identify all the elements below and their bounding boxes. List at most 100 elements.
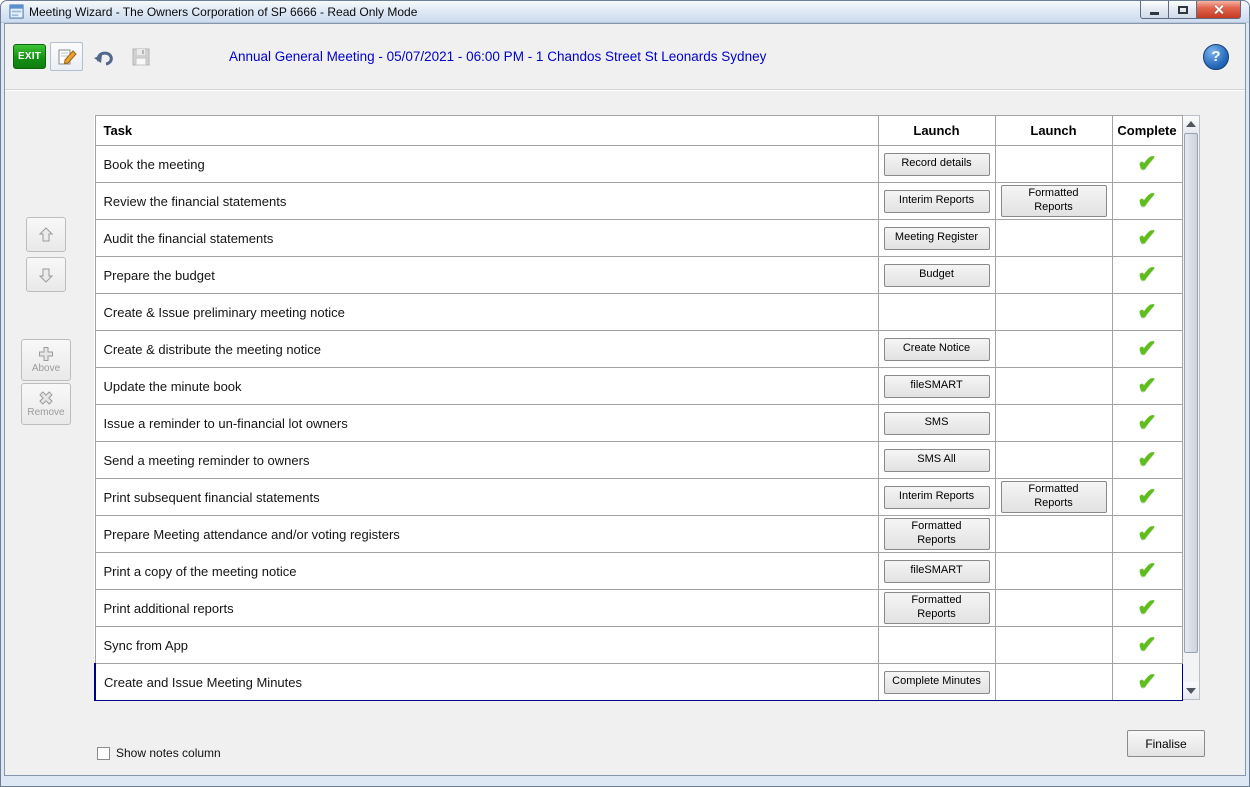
app-icon	[9, 4, 24, 19]
move-up-button[interactable]	[26, 217, 66, 252]
task-cell[interactable]: Prepare the budget	[94, 256, 879, 294]
table-row[interactable]: Sync from App ✔	[94, 626, 1183, 664]
undo-button[interactable]	[87, 42, 120, 71]
column-header-launch2: Launch	[994, 115, 1113, 146]
launch-button[interactable]: Formatted Reports	[883, 592, 990, 624]
launch-cell: Formatted Reports	[877, 589, 996, 627]
table-row[interactable]: Prepare the budget Budget ✔	[94, 256, 1183, 294]
x-icon	[39, 391, 53, 405]
task-cell[interactable]: Create and Issue Meeting Minutes	[94, 663, 879, 701]
task-cell[interactable]: Audit the financial statements	[94, 219, 879, 257]
launch-cell	[994, 663, 1113, 701]
check-icon: ✔	[1137, 631, 1157, 657]
launch-button[interactable]: Formatted Reports	[883, 518, 990, 550]
task-cell[interactable]: Issue a reminder to un-financial lot own…	[94, 404, 879, 442]
launch-button[interactable]: Create Notice	[883, 337, 990, 361]
edit-button[interactable]	[50, 42, 83, 71]
maximize-icon	[1177, 5, 1188, 14]
scrollbar-thumb[interactable]	[1183, 133, 1198, 653]
launch-button[interactable]: Complete Minutes	[883, 670, 990, 694]
task-cell[interactable]: Print additional reports	[94, 589, 879, 627]
launch-button[interactable]: SMS All	[883, 448, 990, 472]
finalise-button[interactable]: Finalise	[1127, 730, 1205, 757]
launch-cell	[994, 441, 1113, 479]
launch-button[interactable]: Interim Reports	[883, 189, 990, 213]
show-notes-label[interactable]: Show notes column	[116, 746, 221, 760]
add-above-label: Above	[31, 363, 61, 374]
table-row[interactable]: Issue a reminder to un-financial lot own…	[94, 404, 1183, 442]
remove-label: Remove	[27, 407, 65, 418]
launch-cell	[994, 404, 1113, 442]
launch-button[interactable]: Budget	[883, 263, 990, 287]
show-notes-checkbox[interactable]	[97, 746, 110, 760]
launch-cell	[994, 330, 1113, 368]
table-row[interactable]: Book the meeting Record details ✔	[94, 145, 1183, 183]
scrollbar-track[interactable]	[1182, 133, 1199, 682]
table-row[interactable]: Review the financial statements Interim R…	[94, 182, 1183, 220]
launch-button[interactable]: fileSMART	[883, 374, 990, 398]
close-button[interactable]	[1196, 1, 1241, 19]
task-cell[interactable]: Prepare Meeting attendance and/or voting…	[94, 515, 879, 553]
table-row[interactable]: Print additional reports Formatted Report…	[94, 589, 1183, 627]
launch-cell	[877, 293, 996, 331]
table-row[interactable]: Prepare Meeting attendance and/or voting…	[94, 515, 1183, 553]
complete-cell: ✔	[1111, 404, 1183, 442]
window-controls	[1140, 1, 1241, 19]
task-cell[interactable]: Update the minute book	[94, 367, 879, 405]
launch-button[interactable]: Formatted Reports	[1000, 481, 1107, 513]
launch-cell: Formatted Reports	[994, 182, 1113, 220]
arrow-down-icon	[38, 268, 54, 283]
table-row[interactable]: Create & distribute the meeting notice Cr…	[94, 330, 1183, 368]
launch-button[interactable]: Record details	[883, 152, 990, 176]
task-cell[interactable]: Review the financial statements	[94, 182, 879, 220]
table-row[interactable]: Print a copy of the meeting notice fileSM…	[94, 552, 1183, 590]
check-icon: ✔	[1137, 668, 1157, 694]
launch-button[interactable]: Meeting Register	[883, 226, 990, 250]
scroll-up-arrow[interactable]	[1182, 116, 1199, 133]
task-cell[interactable]: Book the meeting	[94, 145, 879, 183]
task-cell[interactable]: Print a copy of the meeting notice	[94, 552, 879, 590]
launch-cell: Complete Minutes	[877, 663, 996, 701]
scroll-down-arrow[interactable]	[1182, 682, 1199, 699]
launch-button[interactable]: SMS	[883, 411, 990, 435]
table-row[interactable]: Update the minute book fileSMART ✔	[94, 367, 1183, 405]
launch-cell: SMS All	[877, 441, 996, 479]
table-row[interactable]: Send a meeting reminder to owners SMS All…	[94, 441, 1183, 479]
exit-button[interactable]: EXIT	[13, 44, 46, 69]
complete-cell: ✔	[1111, 293, 1183, 331]
launch-cell	[994, 589, 1113, 627]
check-icon: ✔	[1137, 483, 1157, 509]
help-button[interactable]: ?	[1203, 43, 1229, 70]
launch-cell: Meeting Register	[877, 219, 996, 257]
titlebar[interactable]: Meeting Wizard - The Owners Corporation …	[1, 1, 1249, 23]
launch-cell: Budget	[877, 256, 996, 294]
task-cell[interactable]: Create & distribute the meeting notice	[94, 330, 879, 368]
column-header-task: Task	[94, 115, 879, 146]
add-above-button[interactable]: Above	[21, 339, 71, 381]
task-cell[interactable]: Send a meeting reminder to owners	[94, 441, 879, 479]
launch-button[interactable]: fileSMART	[883, 559, 990, 583]
minimize-button[interactable]	[1140, 1, 1169, 19]
pencil-icon	[58, 49, 77, 64]
launch-button[interactable]: Interim Reports	[883, 485, 990, 509]
task-cell[interactable]: Sync from App	[94, 626, 879, 664]
launch-button[interactable]: Formatted Reports	[1000, 185, 1107, 217]
meeting-header: Annual General Meeting - 05/07/2021 - 06…	[229, 49, 767, 64]
task-cell[interactable]: Create & Issue preliminary meeting notic…	[94, 293, 879, 331]
launch-cell	[994, 367, 1113, 405]
task-cell[interactable]: Print subsequent financial statements	[94, 478, 879, 516]
close-icon	[1213, 4, 1224, 15]
maximize-button[interactable]	[1168, 1, 1197, 19]
table-row[interactable]: Create & Issue preliminary meeting notic…	[94, 293, 1183, 331]
table-row[interactable]: Create and Issue Meeting Minutes Complete…	[94, 663, 1183, 701]
app-window: Meeting Wizard - The Owners Corporation …	[0, 0, 1250, 787]
table-scrollbar[interactable]	[1182, 115, 1200, 700]
check-icon: ✔	[1137, 187, 1157, 213]
table-row[interactable]: Audit the financial statements Meeting Re…	[94, 219, 1183, 257]
launch-cell	[994, 145, 1113, 183]
remove-button[interactable]: Remove	[21, 383, 71, 425]
complete-cell: ✔	[1111, 182, 1183, 220]
table-row[interactable]: Print subsequent financial statements Int…	[94, 478, 1183, 516]
move-down-button[interactable]	[26, 257, 66, 292]
save-button[interactable]	[124, 42, 157, 71]
